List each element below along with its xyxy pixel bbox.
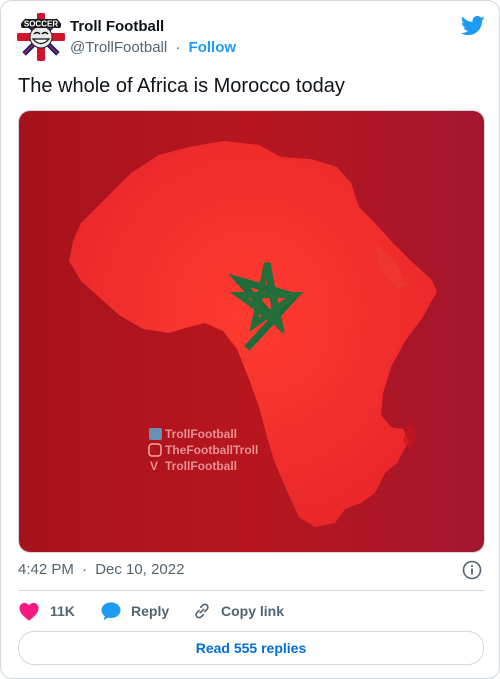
watermark-vine: TrollFootball — [165, 459, 237, 473]
twitter-bird-icon[interactable] — [460, 15, 485, 37]
twitter-icon — [149, 428, 162, 440]
tweet-timestamp[interactable]: 4:42 PM · Dec 10, 2022 — [18, 560, 184, 580]
tweet-text: The whole of Africa is Morocco today — [18, 75, 345, 97]
info-icon[interactable] — [462, 560, 482, 580]
like-count: 11K — [50, 603, 75, 619]
watermark-twitter: TrollFootball — [165, 427, 237, 441]
heart-icon — [19, 602, 39, 621]
read-replies-button[interactable]: Read 555 replies — [18, 631, 484, 665]
tweet-media-image[interactable]: TrollFootball TheFootballTroll V TrollFo… — [18, 110, 485, 553]
like-button[interactable]: 11K — [18, 599, 75, 623]
watermark-instagram: TheFootballTroll — [165, 443, 258, 457]
tweet-date: Dec 10, 2022 — [95, 561, 185, 578]
reply-button[interactable]: Reply — [100, 599, 169, 623]
divider — [18, 590, 484, 591]
vine-icon: V — [150, 459, 158, 473]
africa-flag-map: TrollFootball TheFootballTroll V TrollFo… — [19, 111, 484, 552]
avatar-image: SOCCER — [17, 13, 65, 61]
follow-button[interactable]: Follow — [189, 39, 237, 56]
author-avatar[interactable]: SOCCER — [17, 13, 65, 61]
tweet-time: 4:42 PM — [18, 561, 74, 578]
reply-label: Reply — [131, 603, 170, 619]
author-handle[interactable]: @TrollFootball — [70, 39, 167, 56]
tweet-actions: 11K Reply Copy link — [18, 599, 484, 623]
timestamp-separator: · — [82, 561, 88, 578]
author-handle-row: @TrollFootball · Follow — [70, 38, 236, 58]
link-icon — [195, 603, 209, 619]
tweet-card: SOCCER Troll Football @TrollFootball · F… — [0, 0, 500, 679]
author-name[interactable]: Troll Football — [70, 17, 164, 37]
handle-separator: · — [175, 39, 181, 56]
reply-bubble-icon — [101, 602, 121, 621]
tweet-header: SOCCER Troll Football @TrollFootball · F… — [17, 13, 485, 63]
copy-link-label: Copy link — [221, 603, 285, 619]
svg-text:SOCCER: SOCCER — [24, 20, 58, 29]
copy-link-button[interactable]: Copy link — [192, 599, 284, 623]
